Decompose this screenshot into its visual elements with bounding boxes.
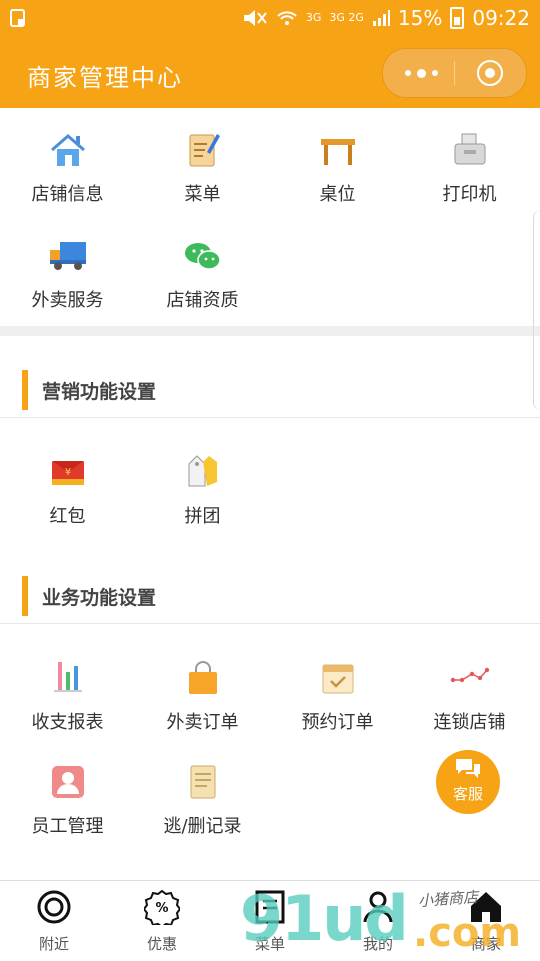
scroll-icon bbox=[190, 765, 215, 799]
red-packet-icon: ¥ bbox=[51, 461, 84, 485]
grid-label: 店铺信息 bbox=[31, 184, 104, 205]
grid-item-store-info[interactable]: 店铺信息 bbox=[0, 130, 135, 206]
network-label-1: 3G bbox=[305, 11, 322, 24]
app-header: 3G 3G 2G 15% 09:22 商家管理中心 bbox=[0, 0, 540, 108]
tab-bar: 附近 % 优惠 菜单 我的 商家 bbox=[0, 880, 540, 961]
tab-label: 附近 bbox=[38, 935, 69, 953]
more-button[interactable] bbox=[401, 49, 441, 97]
close-miniprogram-button[interactable] bbox=[477, 60, 503, 86]
signal-icon bbox=[372, 10, 390, 26]
customer-service-label: 客服 bbox=[452, 785, 483, 803]
grid-label: 桌位 bbox=[319, 184, 356, 205]
house-icon bbox=[50, 134, 85, 166]
grid-item-delivery-orders[interactable]: 外卖订单 bbox=[135, 658, 270, 734]
table-icon bbox=[320, 139, 355, 165]
tab-nearby[interactable]: 附近 bbox=[0, 881, 108, 961]
group-tag-icon bbox=[188, 455, 217, 487]
grid-item-red-packet[interactable]: ¥ 红包 bbox=[0, 452, 135, 528]
discount-icon: % bbox=[144, 889, 180, 925]
grid-label: 逃/删记录 bbox=[163, 816, 242, 837]
grid-item-escape-records[interactable]: 逃/删记录 bbox=[135, 762, 270, 838]
svg-text:%: % bbox=[155, 901, 168, 916]
user-icon bbox=[363, 891, 393, 923]
grid-item-finance-report[interactable]: 收支报表 bbox=[0, 658, 135, 734]
grid-item-printer[interactable]: 打印机 bbox=[402, 130, 537, 206]
more-dot-icon bbox=[404, 70, 411, 76]
tab-label: 商家 bbox=[470, 935, 501, 953]
grid-item-staff[interactable]: 员工管理 bbox=[0, 762, 135, 838]
grid-label: 红包 bbox=[49, 506, 86, 527]
wechat-icon bbox=[184, 243, 221, 270]
svg-text:¥: ¥ bbox=[64, 467, 70, 478]
bar-chart-icon bbox=[53, 662, 82, 692]
grid-item-tables[interactable]: 桌位 bbox=[270, 130, 405, 206]
wifi-icon bbox=[277, 11, 297, 25]
menu-icon bbox=[255, 890, 285, 924]
battery-icon bbox=[450, 7, 465, 29]
grid-item-group-buy[interactable]: 拼团 bbox=[135, 452, 270, 528]
clock: 09:22 bbox=[472, 6, 530, 30]
section-title: 营销功能设置 bbox=[42, 380, 157, 403]
status-bar: 3G 3G 2G 15% 09:22 bbox=[0, 0, 540, 38]
page-title: 商家管理中心 bbox=[27, 64, 183, 92]
grid-item-reservations[interactable]: 预约订单 bbox=[270, 658, 405, 734]
mute-icon bbox=[243, 10, 267, 26]
grid-label: 店铺资质 bbox=[166, 290, 239, 311]
side-handle bbox=[533, 210, 540, 410]
grid-item-menu[interactable]: 菜单 bbox=[135, 130, 270, 206]
grid-label: 连锁店铺 bbox=[433, 712, 506, 733]
tab-discount[interactable]: % 优惠 bbox=[108, 881, 216, 961]
grid-label: 外卖订单 bbox=[166, 712, 239, 733]
tab-label: 我的 bbox=[362, 935, 393, 953]
section-divider bbox=[0, 326, 540, 336]
tab-label: 优惠 bbox=[146, 935, 177, 953]
network-label-2: 3G 2G bbox=[329, 11, 364, 24]
printer-icon bbox=[454, 133, 485, 165]
capsule-divider bbox=[454, 61, 455, 85]
chain-line-icon bbox=[450, 667, 489, 683]
section-line bbox=[0, 417, 540, 418]
tab-mine[interactable]: 我的 bbox=[324, 881, 432, 961]
tab-merchant[interactable]: 商家 bbox=[432, 881, 540, 961]
grid-label: 员工管理 bbox=[31, 816, 104, 837]
store-home-icon bbox=[471, 892, 501, 922]
section-title: 业务功能设置 bbox=[42, 586, 157, 609]
section-line bbox=[0, 623, 540, 624]
grid-label: 预约订单 bbox=[301, 712, 374, 733]
grid-label: 打印机 bbox=[442, 184, 497, 205]
more-dot-icon bbox=[431, 70, 438, 76]
delivery-truck-icon bbox=[49, 242, 86, 270]
sim-icon bbox=[10, 9, 25, 27]
section-accent-bar bbox=[22, 370, 28, 410]
chat-bubble-icon bbox=[456, 759, 480, 778]
employee-icon bbox=[51, 766, 84, 798]
grid-label: 拼团 bbox=[184, 506, 221, 527]
grid-label: 菜单 bbox=[184, 184, 221, 205]
tab-label: 菜单 bbox=[254, 935, 285, 953]
battery-percent: 15% bbox=[397, 6, 443, 30]
grid-item-delivery[interactable]: 外卖服务 bbox=[0, 236, 135, 312]
tab-menu[interactable]: 菜单 bbox=[216, 881, 324, 961]
grid-item-chain-stores[interactable]: 连锁店铺 bbox=[402, 658, 537, 734]
grid-label: 收支报表 bbox=[31, 712, 104, 733]
menu-note-icon bbox=[189, 134, 220, 167]
grid-label: 外卖服务 bbox=[31, 290, 104, 311]
target-icon bbox=[37, 890, 71, 924]
miniprogram-capsule bbox=[382, 48, 527, 98]
customer-service-button[interactable]: 客服 bbox=[436, 750, 500, 814]
business-section-header: 业务功能设置 bbox=[22, 576, 156, 616]
marketing-section-header: 营销功能设置 bbox=[22, 370, 156, 410]
more-dot-icon bbox=[416, 68, 426, 78]
section-accent-bar bbox=[22, 576, 28, 616]
shopping-bag-icon bbox=[188, 661, 217, 694]
grid-item-qualification[interactable]: 店铺资质 bbox=[135, 236, 270, 312]
calendar-check-icon bbox=[322, 664, 353, 694]
